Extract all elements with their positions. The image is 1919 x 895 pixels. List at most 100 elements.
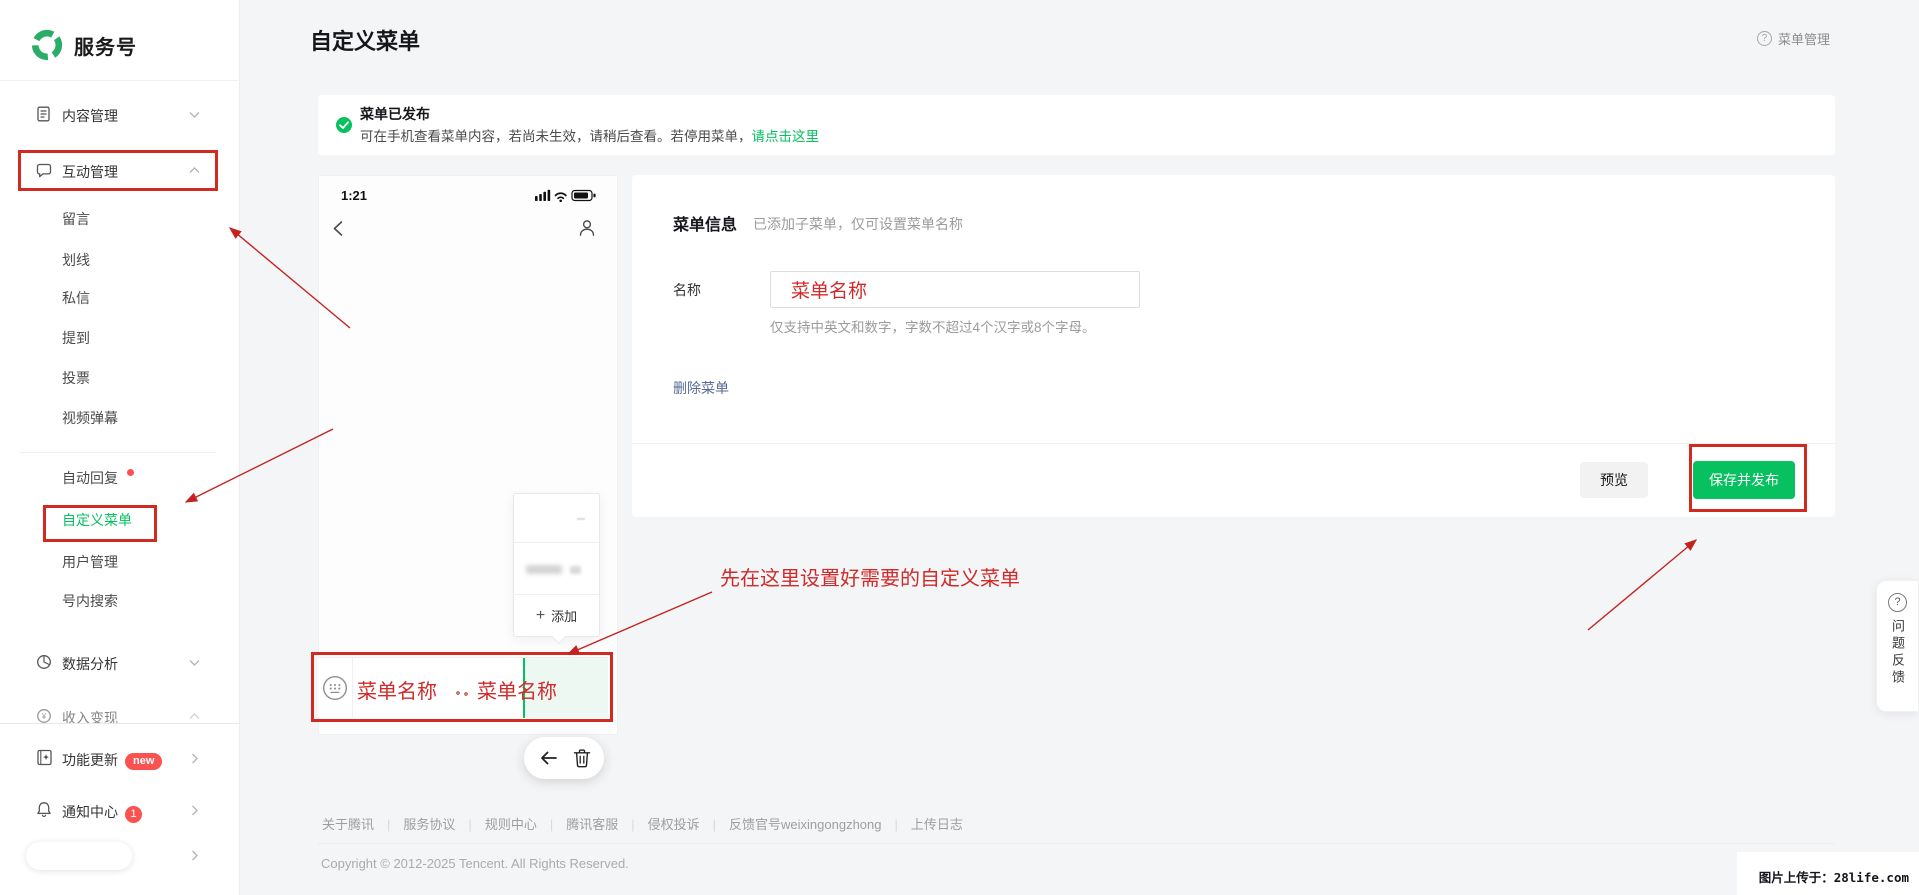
name-field-label: 名称 [673, 282, 701, 298]
divider [0, 80, 240, 81]
submenu-add-button[interactable]: + 添加 [514, 595, 599, 636]
copyright-text: Copyright © 2012-2025 Tencent. All Right… [321, 856, 629, 871]
yen-circle-icon: ¥ [37, 709, 51, 723]
wifi-icon [554, 192, 567, 203]
footer-link-terms[interactable]: 服务协议 [403, 817, 455, 832]
sidebar-item-interact-mgmt[interactable]: 互动管理 [0, 153, 240, 187]
sidebar-item-label: 功能更新 new [62, 750, 163, 770]
sidebar-item-account-search[interactable]: 号内搜索 [62, 591, 118, 617]
sidebar-item-feature-updates[interactable]: 功能更新 new [0, 741, 239, 775]
disable-menu-link[interactable]: 请点击这里 [752, 129, 820, 144]
watermark: 图片上传于：28life.com [1737, 852, 1919, 895]
sidebar-item-user-mgmt[interactable]: 用户管理 [62, 552, 118, 578]
phone-preview: 1:21 [318, 175, 618, 735]
new-badge: new [125, 753, 163, 770]
annotation-menu-name-right: 菜单名称 [477, 681, 557, 703]
menu-name-input[interactable] [770, 271, 1140, 308]
sidebar-item-label: 通知中心 1 [62, 802, 142, 823]
menu-manage-help-link[interactable]: ? 菜单管理 [1757, 29, 1830, 48]
chevron-up-icon [189, 713, 200, 719]
notification-count-badge: 1 [125, 806, 142, 823]
feedback-widget[interactable]: ? 问题反馈 [1876, 580, 1919, 712]
footer-link-rules[interactable]: 规则中心 [485, 817, 537, 832]
chevron-up-icon [189, 167, 200, 173]
back-chevron-icon [333, 221, 343, 236]
feedback-label: 问题反馈 [1890, 619, 1905, 687]
sidebar-item-data-analysis[interactable]: 数据分析 [0, 645, 240, 679]
delete-menu-button[interactable] [573, 748, 591, 768]
page-title: 自定义菜单 [310, 29, 421, 54]
sidebar-item-sixin[interactable]: 私信 [62, 288, 90, 314]
wechat-mp-admin-screen: 服务号 内容管理 互动管理 留言 划线 私信 提到 投票 视频弹幕 自动回复 自… [0, 0, 1919, 895]
publish-success-banner: 菜单已发布 可在手机查看菜单内容，若尚未生效，请稍后查看。若停用菜单，请点击这里 [318, 95, 1835, 155]
redacted-label [526, 565, 562, 574]
section-hint: 已添加子菜单，仅可设置菜单名称 [753, 216, 963, 232]
submenu-item-redacted[interactable] [514, 543, 599, 595]
svg-text:¥: ¥ [41, 712, 47, 721]
footer-link-feedback-account[interactable]: 反馈官号weixingongzhong [729, 817, 881, 832]
menu-edit-toolbar [524, 737, 604, 779]
sidebar-item-tidao[interactable]: 提到 [62, 328, 90, 354]
menu-info-panel: 菜单信息 已添加子菜单，仅可设置菜单名称 名称 仅支持中英文和数字，字数不超过4… [632, 175, 1835, 517]
sidebar-item-label: 内容管理 [62, 108, 118, 124]
success-check-icon [336, 117, 352, 133]
sidebar-item-auto-reply[interactable]: 自动回复 [62, 468, 134, 494]
submenu-item-redacted[interactable] [514, 494, 599, 543]
keyboard-toggle-button[interactable] [318, 658, 353, 718]
footer-link-support[interactable]: 腾讯客服 [566, 817, 618, 832]
sidebar-item-content-mgmt[interactable]: 内容管理 [0, 97, 240, 131]
redacted-account-name[interactable] [26, 842, 132, 870]
sidebar: 服务号 内容管理 互动管理 留言 划线 私信 提到 投票 视频弹幕 自动回复 自… [0, 0, 240, 895]
chat-bubble-icon [36, 163, 52, 178]
delete-menu-link[interactable]: 删除菜单 [673, 378, 729, 398]
brand-name: 服务号 [74, 36, 137, 59]
banner-title: 菜单已发布 [360, 106, 430, 122]
annotation-menu-name-left: 菜单名称 [357, 681, 437, 703]
trash-icon [573, 749, 590, 768]
person-icon [579, 220, 595, 236]
add-label: 添加 [551, 609, 578, 624]
sidebar-item-shipindanmu[interactable]: 视频弹幕 [62, 408, 118, 434]
save-publish-button[interactable]: 保存并发布 [1693, 461, 1795, 499]
signal-bars-icon [535, 189, 551, 201]
annotation-tip-text: 先在这里设置好需要的自定义菜单 [720, 568, 1020, 590]
submenu-popup: + 添加 [513, 493, 600, 645]
document-icon [37, 106, 50, 122]
red-dot-badge [127, 469, 134, 476]
name-field-help: 仅支持中英文和数字，字数不超过4个汉字或8个字母。 [770, 320, 1096, 335]
move-back-button[interactable] [538, 748, 559, 768]
keyboard-icon [322, 675, 348, 701]
help-question-icon: ? [1888, 593, 1907, 612]
chevron-down-icon [189, 660, 200, 666]
chevron-right-icon [192, 805, 198, 816]
sidebar-item-huaxian[interactable]: 划线 [62, 250, 90, 276]
footer-links: 关于腾讯 | 服务协议 | 规则中心 | 腾讯客服 | 侵权投诉 | 反馈官号weixingongz… [322, 817, 963, 832]
divider [20, 452, 216, 453]
preview-button[interactable]: 预览 [1580, 462, 1648, 498]
chevron-right-icon [192, 753, 198, 764]
redacted-mark [577, 518, 585, 520]
divider [632, 443, 1835, 444]
sidebar-item-custom-menu[interactable]: 自定义菜单 [62, 510, 132, 536]
footer-link-upload-log[interactable]: 上传日志 [911, 817, 963, 832]
sidebar-item-notification-center[interactable]: 通知中心 1 [0, 793, 239, 827]
left-arrow-icon [540, 751, 557, 765]
bell-icon [37, 802, 51, 817]
watermark-text: 图片上传于：28life.com [1758, 870, 1909, 885]
divider [318, 843, 1835, 844]
book-star-icon [37, 749, 52, 766]
sidebar-item-toupiao[interactable]: 投票 [62, 368, 90, 394]
chevron-down-icon [189, 112, 200, 118]
sidebar-item-label: 自动回复 [62, 470, 118, 486]
battery-icon [571, 189, 596, 202]
menu-manage-label: 菜单管理 [1778, 32, 1831, 47]
banner-description: 可在手机查看菜单内容，若尚未生效，请稍后查看。若停用菜单，请点击这里 [360, 129, 820, 144]
phone-status-icons [535, 189, 596, 203]
brand-logo-icon [31, 29, 63, 61]
brand: 服务号 [30, 28, 137, 62]
plus-icon: + [535, 606, 546, 624]
footer-link-about[interactable]: 关于腾讯 [322, 817, 374, 832]
footer-link-report[interactable]: 侵权投诉 [648, 817, 700, 832]
sidebar-item-label: 数据分析 [62, 656, 118, 672]
sidebar-item-liuyan[interactable]: 留言 [62, 209, 90, 235]
